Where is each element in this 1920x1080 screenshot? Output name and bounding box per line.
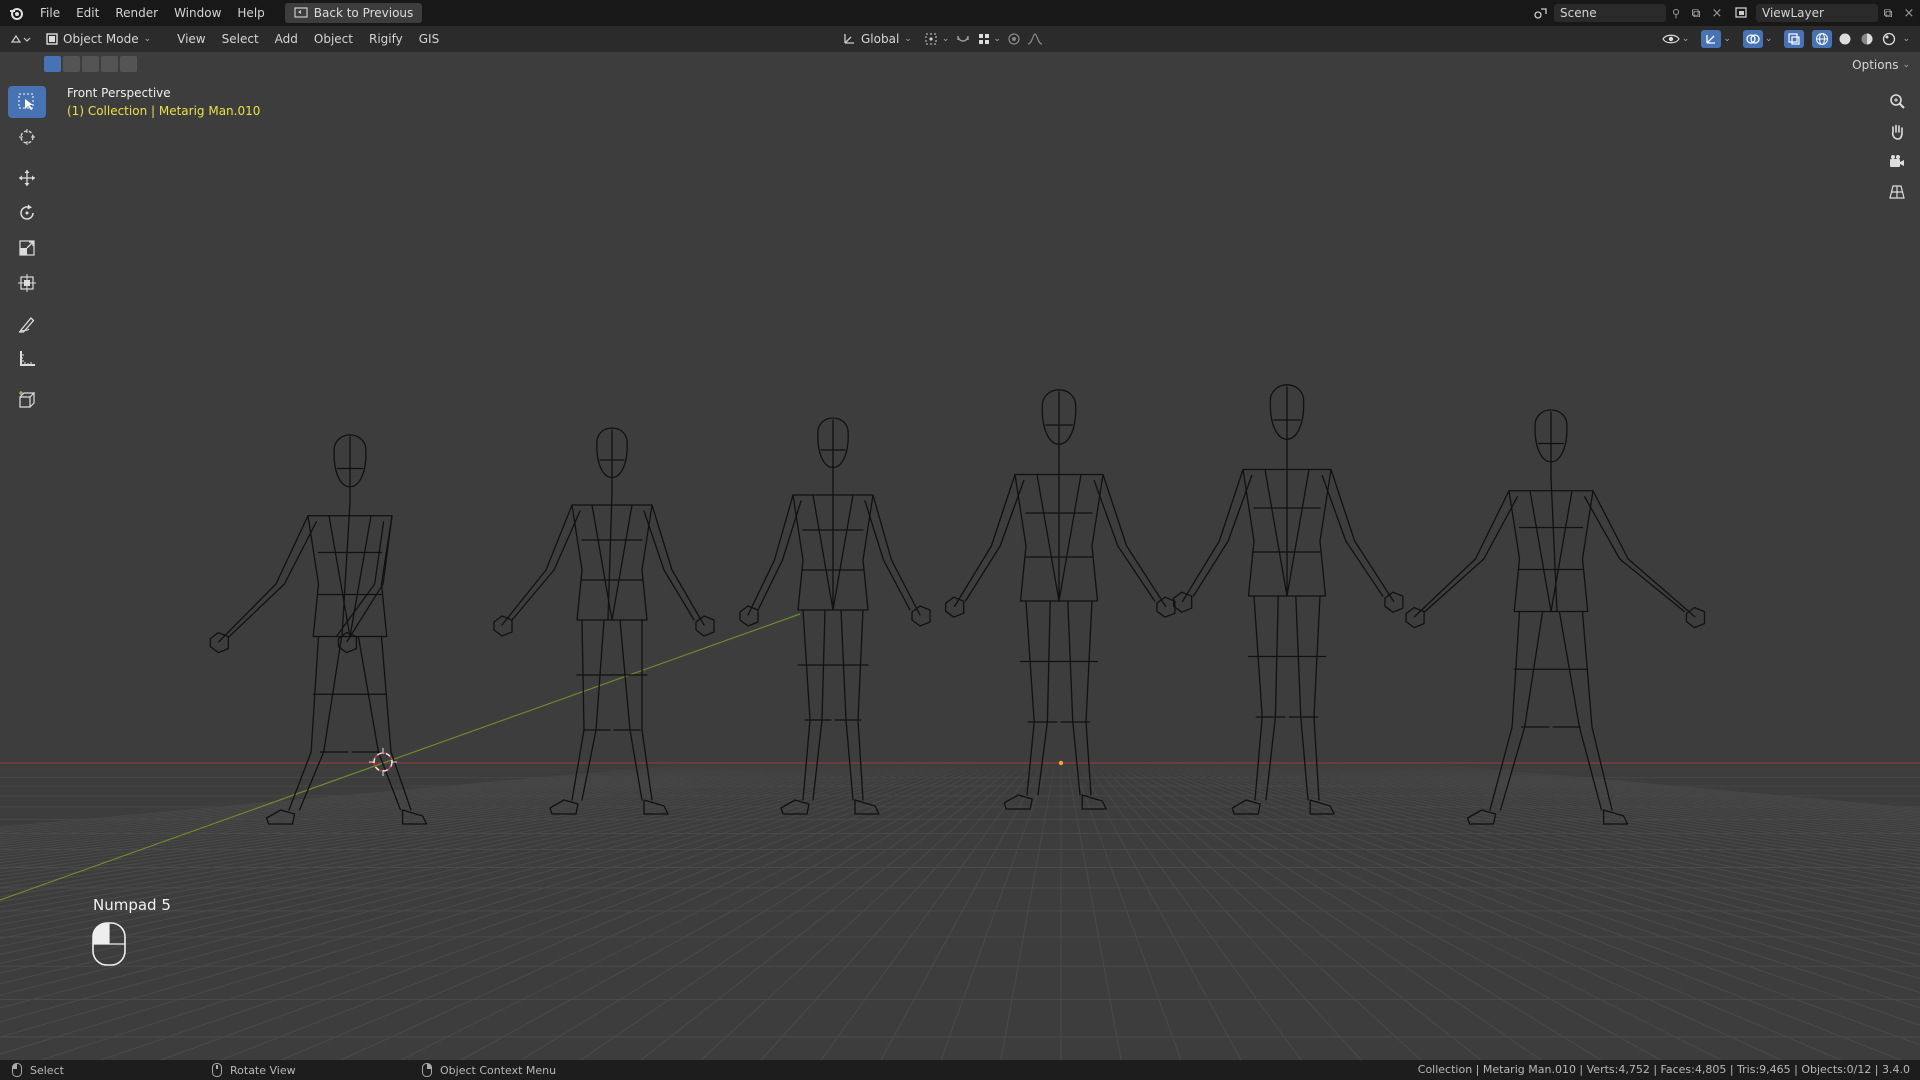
selection-mode-buttons	[44, 56, 137, 72]
mouse-left-icon	[12, 1063, 22, 1077]
chevron-down-icon: ⌄	[904, 34, 912, 44]
rotate-tool-icon[interactable]	[8, 197, 46, 229]
scene-name: Scene	[1560, 6, 1597, 20]
pan-hand-icon[interactable]	[1884, 118, 1910, 146]
collection-info: (1) Collection | Metarig Man.010	[67, 104, 261, 118]
annotate-tool-icon[interactable]	[8, 308, 46, 340]
options-dropdown[interactable]: Options ⌄	[1852, 56, 1910, 74]
status-context-hint: Object Context Menu	[422, 1063, 556, 1077]
transform-orientation-dropdown[interactable]: Global ⌄	[836, 30, 918, 48]
scene-name-field[interactable]: Scene	[1554, 4, 1666, 22]
navigation-gizmos	[1884, 88, 1910, 208]
solid-shading-icon[interactable]	[1836, 30, 1854, 48]
cursor-tool-icon[interactable]	[8, 121, 46, 153]
select-invert-icon[interactable]	[101, 56, 118, 72]
menu-rigify[interactable]: Rigify	[361, 26, 411, 52]
mouse-middle-icon	[212, 1063, 222, 1077]
viewport-shading-controls: ⌄ ⌄ ⌄ ⌄	[1662, 30, 1910, 48]
falloff-curve-icon[interactable]	[1027, 32, 1043, 46]
status-right-action: Object Context Menu	[440, 1063, 557, 1077]
rendered-shading-icon[interactable]	[1880, 30, 1898, 48]
menu-render[interactable]: Render	[107, 0, 166, 26]
editor-type-icon[interactable]	[0, 32, 40, 46]
orientation-label: Global	[861, 32, 900, 46]
select-box-tool-icon[interactable]	[8, 86, 46, 118]
select-new-icon[interactable]	[44, 56, 61, 72]
chevron-down-icon: ⌄	[143, 34, 152, 44]
transform-tool-icon[interactable]	[8, 267, 46, 299]
menu-select[interactable]: Select	[214, 26, 267, 52]
wireframe-shading-icon[interactable]	[1812, 30, 1833, 48]
snap-toggle-icon[interactable]	[955, 32, 971, 46]
view-layer-name: ViewLayer	[1762, 6, 1824, 20]
delete-view-layer-icon[interactable]: ×	[1898, 6, 1920, 21]
3d-viewport[interactable]	[0, 52, 1920, 1060]
transform-controls: Global ⌄ ⌄ ⌄	[836, 30, 1043, 48]
shading-options-chevron-icon[interactable]: ⌄	[1902, 34, 1910, 44]
xray-toggle-icon[interactable]	[1784, 30, 1805, 48]
add-cube-tool-icon[interactable]	[8, 384, 46, 416]
menu-window[interactable]: Window	[166, 0, 229, 26]
back-to-previous-button[interactable]: Back to Previous	[284, 3, 423, 23]
chevron-down-icon: ⌄	[1902, 60, 1910, 70]
material-preview-icon[interactable]	[1858, 30, 1876, 48]
blender-logo-icon[interactable]	[0, 0, 32, 26]
viewport-header: Object Mode ⌄ View Select Add Object Rig…	[0, 26, 1920, 52]
gizmo-toggle-icon[interactable]: ⌄	[1701, 30, 1731, 48]
scale-tool-icon[interactable]	[8, 232, 46, 264]
proportional-editing-icon[interactable]	[1007, 32, 1043, 46]
top-menu-bar: File Edit Render Window Help Back to Pre…	[0, 0, 1920, 26]
orientation-axes-icon	[844, 34, 854, 44]
move-tool-icon[interactable]	[8, 162, 46, 194]
select-intersect-icon[interactable]	[120, 56, 137, 72]
delete-scene-icon[interactable]: ×	[1706, 6, 1728, 21]
menu-object[interactable]: Object	[306, 26, 361, 52]
mode-label: Object Mode	[63, 32, 139, 46]
view-name: Front Perspective	[67, 86, 171, 100]
scene-browse-icon[interactable]	[1528, 6, 1554, 20]
perspective-toggle-icon[interactable]	[1884, 178, 1910, 206]
key-hint-label: Numpad 5	[93, 896, 171, 914]
select-extend-icon[interactable]	[63, 56, 80, 72]
mouse-right-icon	[422, 1063, 432, 1077]
status-left-action: Select	[30, 1063, 64, 1077]
back-to-previous-label: Back to Previous	[313, 6, 414, 20]
pivot-point-icon[interactable]: ⌄	[924, 32, 949, 46]
mode-dropdown[interactable]: Object Mode ⌄	[40, 30, 158, 48]
status-bar: Select Rotate View Object Context Menu C…	[0, 1060, 1920, 1080]
new-scene-icon[interactable]: ⧉	[1686, 6, 1706, 21]
menu-add[interactable]: Add	[267, 26, 306, 52]
measure-tool-icon[interactable]	[8, 343, 46, 375]
menu-gis[interactable]: GIS	[411, 26, 447, 52]
viewport-scene	[0, 52, 1920, 1060]
screen-icon	[294, 7, 308, 18]
tool-shelf	[8, 86, 48, 419]
object-mode-icon	[46, 33, 58, 45]
camera-view-icon[interactable]	[1884, 148, 1910, 176]
visibility-eye-icon[interactable]: ⌄	[1662, 32, 1689, 46]
status-middle-action: Rotate View	[230, 1063, 296, 1077]
scene-selector-area: Scene ⚲ ⧉ × ViewLayer ⧉ ×	[1528, 0, 1920, 26]
object-origin-dot	[1058, 760, 1064, 766]
options-label: Options	[1852, 58, 1899, 72]
status-rotate-hint: Rotate View	[212, 1063, 422, 1077]
view-layer-browse-icon[interactable]	[1728, 6, 1756, 20]
menu-help[interactable]: Help	[229, 0, 272, 26]
menu-edit[interactable]: Edit	[68, 0, 107, 26]
snap-target-icon[interactable]: ⌄	[977, 32, 1001, 46]
scene-statistics: Collection | Metarig Man.010 | Verts:4,7…	[1417, 1063, 1910, 1076]
mouse-left-click-icon	[92, 922, 128, 969]
select-subtract-icon[interactable]	[82, 56, 99, 72]
pin-icon[interactable]: ⚲	[1666, 7, 1686, 20]
overlays-toggle-icon[interactable]: ⌄	[1742, 30, 1772, 48]
menu-view[interactable]: View	[169, 26, 213, 52]
zoom-icon[interactable]	[1884, 88, 1910, 116]
status-select-hint: Select	[12, 1063, 212, 1077]
menu-file[interactable]: File	[32, 0, 68, 26]
view-layer-field[interactable]: ViewLayer	[1756, 4, 1878, 22]
new-view-layer-icon[interactable]: ⧉	[1878, 6, 1898, 21]
